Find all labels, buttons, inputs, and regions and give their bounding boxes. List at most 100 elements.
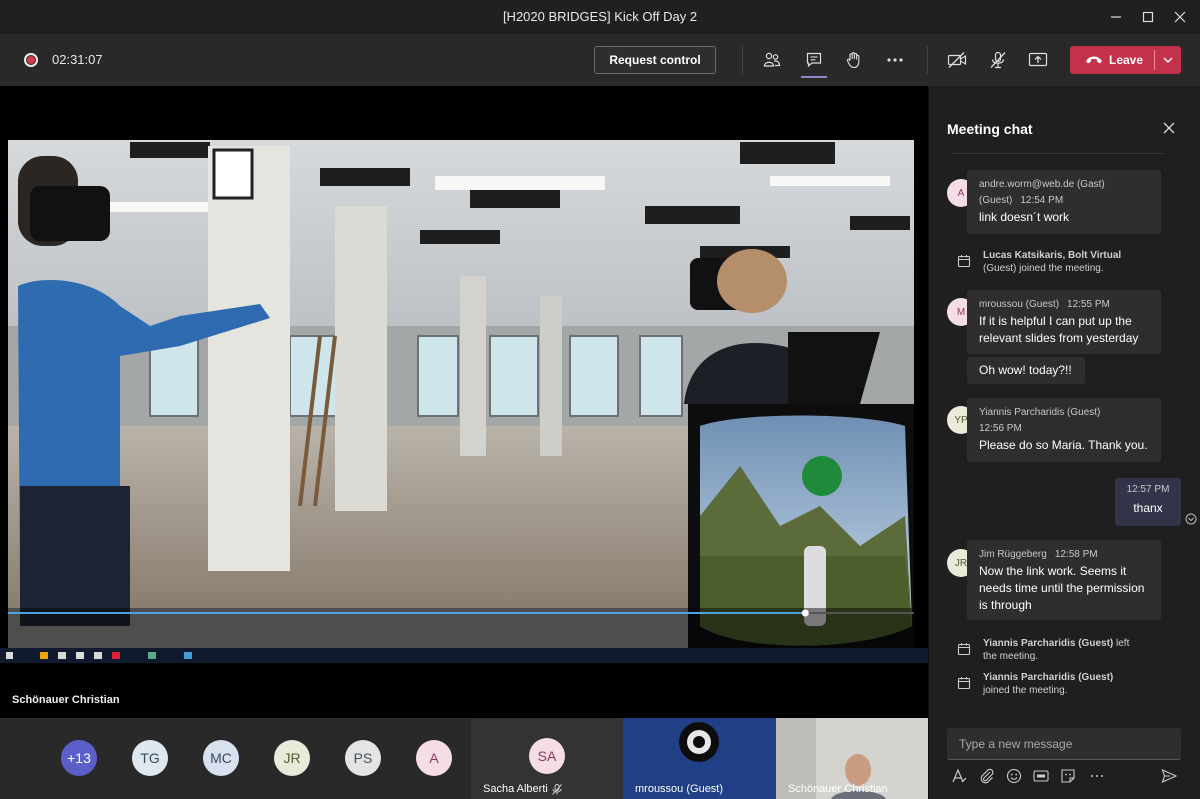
share-screen-icon <box>1028 52 1048 67</box>
minimize-icon <box>1111 16 1121 18</box>
participant-tile[interactable]: mroussou (Guest) <box>623 718 776 799</box>
message-text: is through <box>979 598 1032 612</box>
close-icon <box>1163 122 1175 134</box>
chat-active-indicator <box>801 76 827 78</box>
avatar-initials: M <box>956 306 966 318</box>
message-input[interactable] <box>947 728 1181 759</box>
hang-up-icon <box>1086 56 1102 64</box>
camera-off-icon <box>947 52 967 68</box>
system-message: Yiannis Parcharidis (Guest) joined the m… <box>957 671 1113 697</box>
chevron-down-icon[interactable] <box>1163 57 1173 63</box>
participant-tile-name: Sacha Alberti <box>483 783 562 795</box>
system-actor: Yiannis Parcharidis (Guest) <box>983 638 1114 649</box>
message-text: Now the link work. Seems it <box>979 564 1127 578</box>
chat-divider <box>953 153 1163 154</box>
message-text: link doesn´t work <box>979 210 1070 224</box>
chat-message[interactable]: Oh wow! today?!! <box>967 357 1085 384</box>
participants-strip: +13 TG MC JR PS A SA Sacha Alberti mrous… <box>0 718 928 799</box>
chat-icon <box>806 52 822 68</box>
send-icon[interactable] <box>1161 768 1177 784</box>
sticker-icon[interactable] <box>1060 768 1076 784</box>
message-time: 12:55 PM <box>1067 299 1110 310</box>
sender-name: mroussou (Guest) <box>979 299 1060 310</box>
system-text: joined the meeting. <box>983 685 1068 696</box>
more-participants-button[interactable]: +13 <box>61 740 97 776</box>
calendar-event-icon <box>957 643 971 656</box>
calendar-event-icon <box>957 677 971 690</box>
teams-meeting-window: [H2020 BRIDGES] Kick Off Day 2 02:31:07 … <box>0 0 1200 799</box>
participant-tile[interactable]: Schönauer Christian <box>776 718 928 799</box>
system-actor: Lucas Katsikaris, Bolt Virtual <box>983 250 1122 261</box>
chat-title: Meeting chat <box>947 121 1033 137</box>
leave-button[interactable]: Leave <box>1070 46 1181 74</box>
mic-toggle-button[interactable] <box>985 47 1011 73</box>
chat-message[interactable]: Yiannis Parcharidis (Guest) 12:56 PM Ple… <box>967 398 1161 462</box>
window-title: [H2020 BRIDGES] Kick Off Day 2 <box>502 9 698 24</box>
shared-video-content <box>0 140 928 663</box>
participant-tile-name: mroussou (Guest) <box>635 783 723 795</box>
system-actor: Yiannis Parcharidis (Guest) <box>983 672 1114 683</box>
message-text: needs time until the permission <box>979 581 1145 595</box>
title-bar: [H2020 BRIDGES] Kick Off Day 2 <box>0 0 1200 34</box>
participant-avatar[interactable]: TG <box>132 740 168 776</box>
system-message: Yiannis Parcharidis (Guest) left the mee… <box>957 637 1129 663</box>
calendar-event-icon <box>957 255 971 268</box>
chat-message[interactable]: Jim Rüggeberg 12:58 PM Now the link work.… <box>967 540 1161 620</box>
avatar-initials: YP <box>954 414 968 426</box>
participant-avatar[interactable]: JR <box>274 740 310 776</box>
mic-off-icon <box>990 51 1006 69</box>
presenter-name: Schönauer Christian <box>12 694 120 706</box>
avatar-initials: A <box>957 187 965 199</box>
format-icon[interactable] <box>951 768 967 784</box>
attach-icon[interactable] <box>979 768 995 784</box>
my-chat-message[interactable]: 12:57 PM thanx <box>1115 478 1181 526</box>
participant-avatar: SA <box>529 738 565 774</box>
message-time: 12:58 PM <box>1054 549 1098 560</box>
close-icon <box>1174 11 1186 23</box>
close-window-button[interactable] <box>1160 0 1200 34</box>
toolbar-divider <box>742 46 743 74</box>
shared-screen-stage: Schönauer Christian <box>0 86 928 718</box>
more-options-icon[interactable] <box>1089 768 1105 784</box>
system-text: left <box>1113 638 1130 649</box>
chat-message[interactable]: andre.worm@web.de (Gast) (Guest) 12:54 PM… <box>967 170 1161 234</box>
emoji-icon[interactable] <box>1006 768 1022 784</box>
compose-box <box>947 728 1181 760</box>
more-actions-button[interactable] <box>882 47 908 73</box>
leave-label: Leave <box>1109 53 1144 67</box>
camera-toggle-button[interactable] <box>944 47 970 73</box>
message-text: Please do so Maria. Thank you. <box>979 438 1148 452</box>
share-screen-button[interactable] <box>1025 47 1051 73</box>
message-time: 12:57 PM <box>1126 484 1170 495</box>
sender-name: Yiannis Parcharidis (Guest) <box>979 407 1101 418</box>
show-participants-button[interactable] <box>759 47 785 73</box>
participant-avatar[interactable]: A <box>416 740 452 776</box>
show-chat-button[interactable] <box>801 47 827 73</box>
message-text: thanx <box>1133 501 1163 515</box>
participant-tile-name: Schönauer Christian <box>788 783 888 795</box>
message-text: relevant slides from yesterday <box>979 331 1139 345</box>
message-text: If it is helpful I can put up the <box>979 314 1132 328</box>
sender-name: andre.worm@web.de (Gast) <box>979 179 1105 190</box>
raise-hand-button[interactable] <box>841 47 867 73</box>
participant-avatar[interactable]: PS <box>345 740 381 776</box>
sender-name: Jim Rüggeberg <box>979 549 1047 560</box>
participant-name: Sacha Alberti <box>483 783 548 795</box>
meeting-chat-panel: Meeting chat A andre.worm@web.de (Gast) … <box>928 86 1200 799</box>
avatar-initials: JR <box>954 557 968 569</box>
message-time: 12:56 PM <box>979 423 1022 434</box>
mic-off-icon <box>551 783 562 795</box>
leave-divider <box>1154 50 1155 70</box>
more-icon <box>887 58 903 62</box>
chat-message[interactable]: mroussou (Guest) 12:55 PM If it is helpfu… <box>967 290 1161 354</box>
close-chat-button[interactable] <box>1161 120 1177 136</box>
message-seen-icon <box>1185 513 1197 525</box>
request-control-button[interactable]: Request control <box>594 46 716 74</box>
system-text: the meeting. <box>983 651 1039 662</box>
gif-icon[interactable] <box>1033 768 1049 784</box>
participant-avatar[interactable]: MC <box>203 740 239 776</box>
raise-hand-icon <box>846 52 860 69</box>
message-text: Oh wow! today?!! <box>979 363 1072 377</box>
sender-name-cont: (Guest) <box>979 195 1013 206</box>
participant-tile[interactable]: SA Sacha Alberti <box>471 718 623 799</box>
